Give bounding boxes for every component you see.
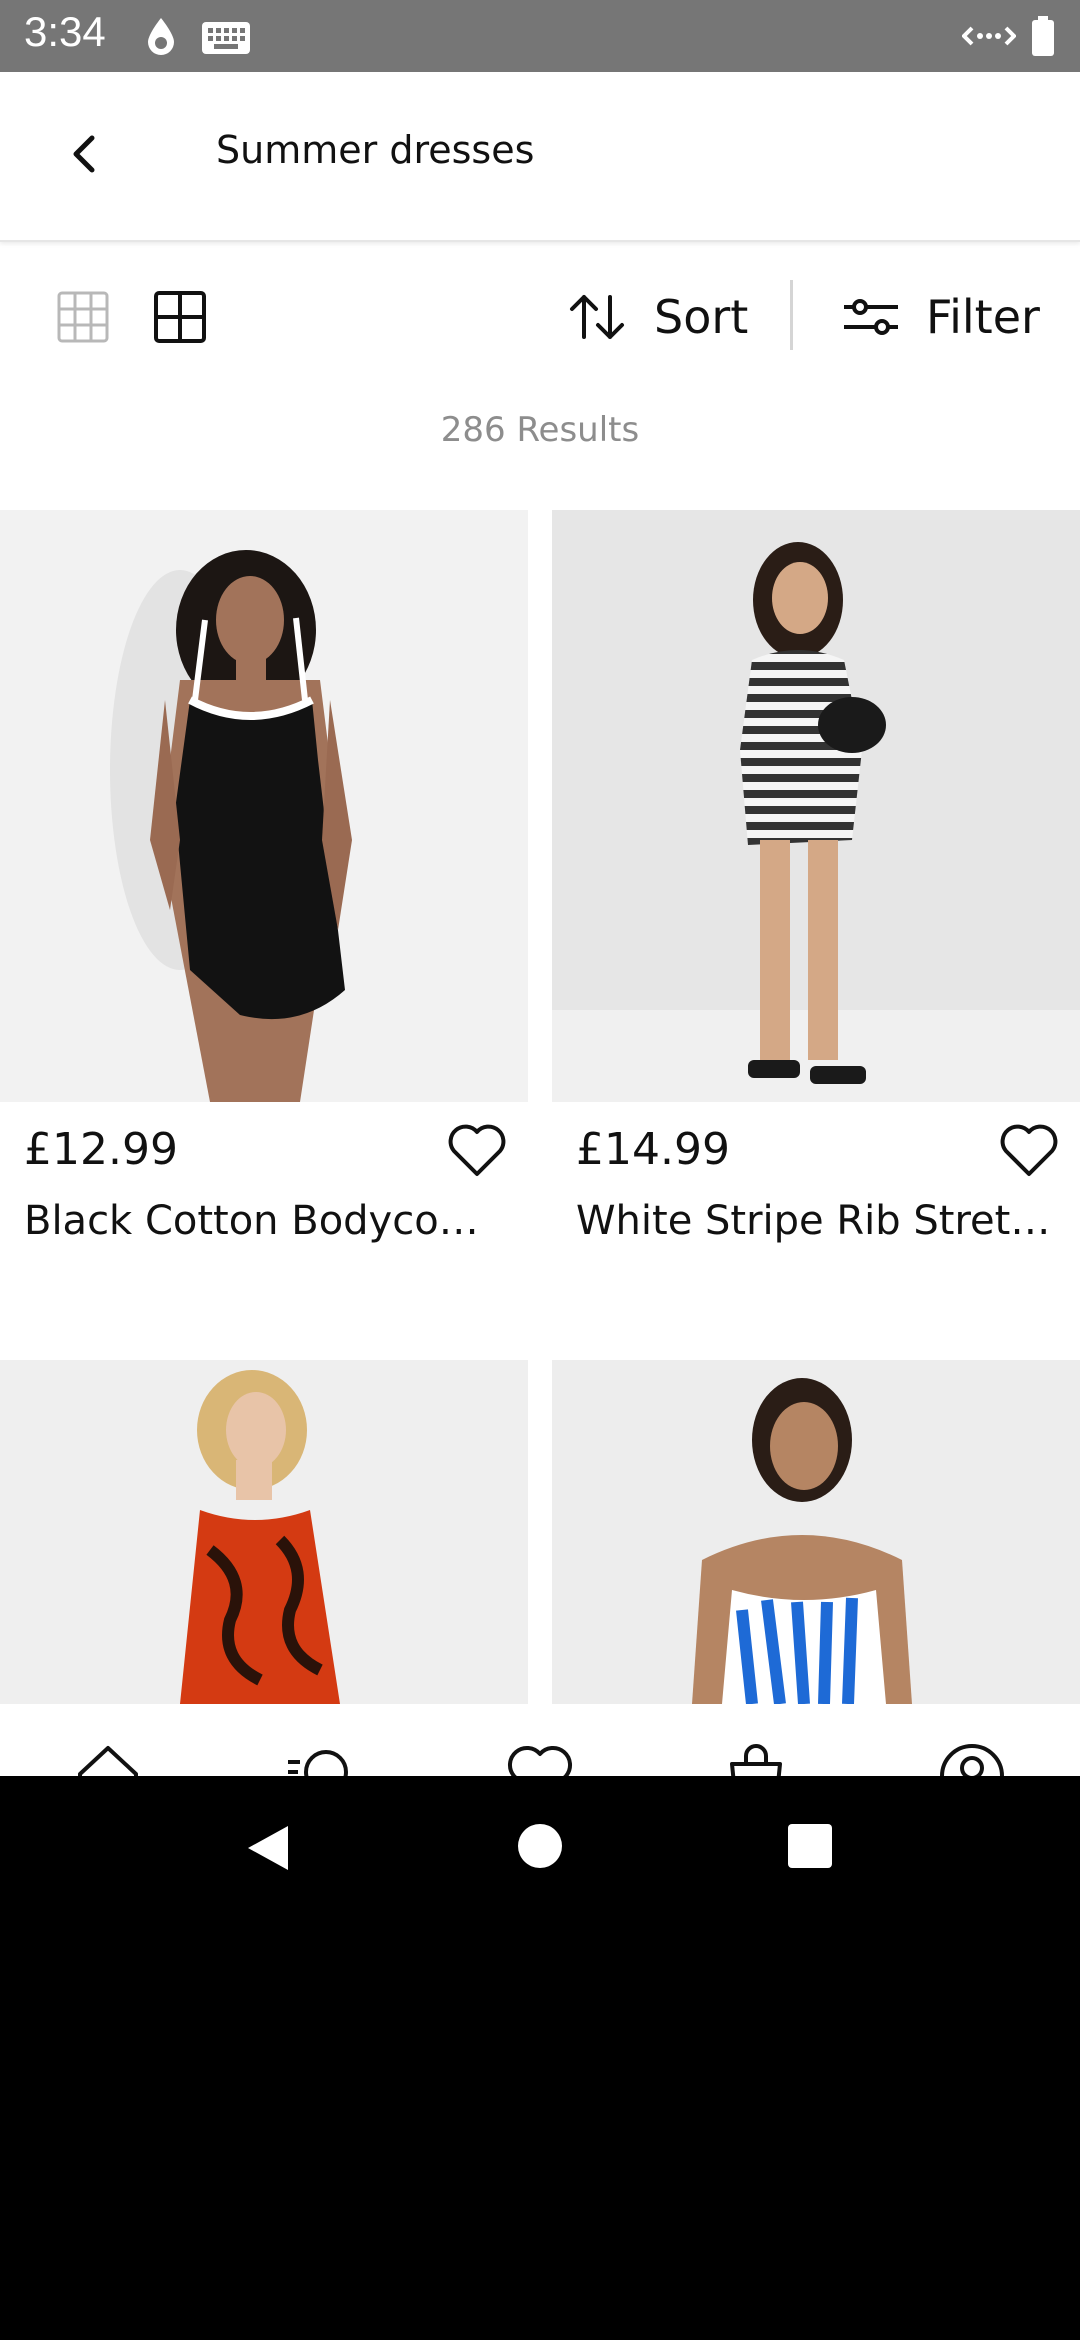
product-card[interactable]	[552, 1360, 1080, 1704]
product-name[interactable]: Black Cotton Bodycon ...	[24, 1198, 504, 1244]
product-image[interactable]	[0, 510, 528, 1102]
bottom-navigation	[0, 1704, 1080, 1776]
sort-button[interactable]: Sort	[566, 284, 748, 350]
model-stripe-dress-illustration	[552, 510, 1080, 1102]
system-navigation-bar	[0, 1776, 1080, 2340]
toolbar-divider	[790, 280, 793, 350]
product-image[interactable]	[0, 1360, 528, 1704]
top-app-bar: Summer dresses	[0, 72, 1080, 242]
system-recents-icon[interactable]	[788, 1824, 832, 1868]
sort-arrows-icon	[570, 295, 624, 339]
filter-label: Filter	[926, 290, 1040, 344]
model-black-dress-illustration	[0, 510, 528, 1102]
product-name[interactable]: White Stripe Rib Stretc...	[576, 1198, 1056, 1244]
network-icon	[962, 26, 1016, 46]
app-screen: Summer dresses Sort Filter 286 Results £…	[0, 72, 1080, 1776]
sort-label: Sort	[654, 290, 749, 344]
search-icon[interactable]	[286, 1740, 358, 1776]
filter-button[interactable]: Filter	[842, 284, 1040, 350]
page-title: Summer dresses	[216, 128, 535, 172]
bag-icon[interactable]	[720, 1740, 792, 1776]
product-image[interactable]	[552, 1360, 1080, 1704]
listing-toolbar: Sort Filter	[0, 240, 1080, 370]
product-image[interactable]	[552, 510, 1080, 1102]
system-back-icon[interactable]	[244, 1822, 292, 1874]
back-arrow-icon[interactable]	[56, 124, 116, 184]
model-blue-print-dress-illustration	[552, 1360, 1080, 1704]
product-price: £12.99	[24, 1124, 178, 1175]
model-red-print-dress-illustration	[0, 1360, 528, 1704]
status-bar: 3:34	[0, 0, 1080, 72]
product-card[interactable]	[0, 1360, 528, 1704]
drop-icon	[148, 18, 174, 55]
system-home-icon[interactable]	[518, 1824, 562, 1868]
account-icon[interactable]	[936, 1740, 1008, 1776]
product-card[interactable]: £12.99 Black Cotton Bodycon ...	[0, 510, 528, 1330]
product-price: £14.99	[576, 1124, 730, 1175]
grid-3x3-icon[interactable]	[56, 290, 110, 344]
battery-icon	[1032, 16, 1054, 56]
wishlist-heart-icon[interactable]	[504, 1740, 576, 1776]
status-time: 3:34	[24, 8, 106, 55]
filter-sliders-icon	[844, 299, 898, 335]
keyboard-icon	[202, 22, 250, 54]
results-count: 286 Results	[440, 410, 640, 450]
heart-icon[interactable]	[998, 1122, 1060, 1178]
heart-icon[interactable]	[446, 1122, 508, 1178]
grid-2x2-icon[interactable]	[153, 290, 207, 344]
product-card[interactable]: £14.99 White Stripe Rib Stretc...	[552, 510, 1080, 1330]
home-icon[interactable]	[72, 1740, 144, 1776]
